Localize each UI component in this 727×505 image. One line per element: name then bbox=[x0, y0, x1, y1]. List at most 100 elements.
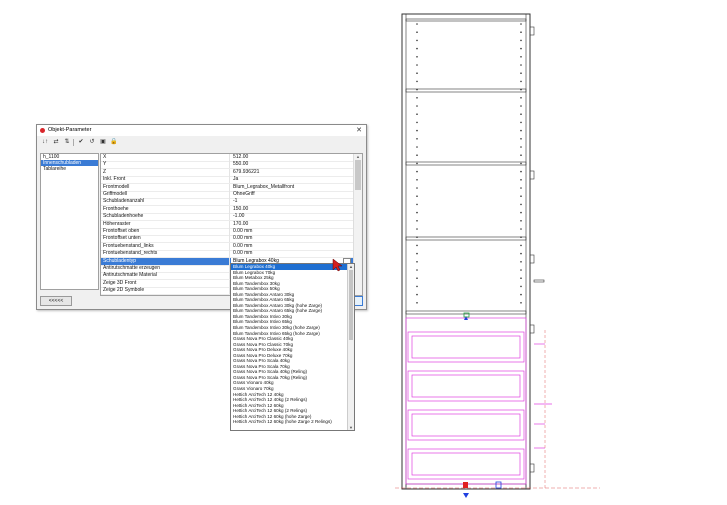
object-tree[interactable]: h_1100 Innenschubladen Tablareihe bbox=[40, 153, 99, 290]
property-key: Y bbox=[103, 161, 107, 168]
scroll-down-icon[interactable]: ▼ bbox=[348, 425, 354, 430]
shelf-pin-hole bbox=[416, 261, 418, 263]
ok-button[interactable] bbox=[354, 296, 363, 306]
shelf-pin-hole bbox=[416, 56, 418, 58]
dropdown-scroll-thumb[interactable] bbox=[349, 270, 353, 340]
shelf-pin-hole bbox=[416, 47, 418, 50]
cabinet-frame bbox=[401, 13, 531, 490]
shelf-pin-hole bbox=[416, 64, 418, 66]
scroll-up-icon[interactable]: ▲ bbox=[354, 154, 362, 159]
lock-icon[interactable]: 🔒 bbox=[110, 138, 118, 146]
app-icon bbox=[40, 128, 45, 133]
shelf-pin-hole bbox=[416, 129, 418, 132]
property-value[interactable]: 512.00 bbox=[233, 154, 248, 161]
property-value[interactable]: -1 bbox=[233, 198, 237, 205]
check-icon[interactable]: ✔ bbox=[77, 138, 85, 146]
shelf-pin-hole bbox=[520, 236, 522, 238]
property-key: Frontoffset unten bbox=[103, 235, 141, 242]
shelf-pin-hole bbox=[416, 203, 418, 206]
dialog-title: Objekt-Parameter bbox=[48, 127, 92, 133]
shelf-pin-hole bbox=[520, 31, 522, 33]
property-value[interactable]: Ja bbox=[233, 176, 238, 183]
hinge-2 bbox=[529, 170, 535, 180]
swap-icon[interactable]: ⇄ bbox=[52, 138, 60, 146]
property-key: Höhenraster bbox=[103, 220, 131, 227]
drawer-type-dropdown-list[interactable]: Blum Legrabox 40kg Blum Legrabox 70kg Blum… bbox=[230, 263, 355, 431]
shelf-pin-hole bbox=[520, 39, 522, 42]
shelf-pin-hole bbox=[416, 220, 418, 222]
property-value[interactable]: 550.00 bbox=[233, 161, 248, 168]
hinge-4 bbox=[529, 324, 535, 334]
column-separator bbox=[229, 161, 230, 169]
shelf-pin-hole bbox=[416, 277, 418, 280]
shelf-pin-hole bbox=[416, 195, 418, 197]
shelf-pin-hole bbox=[416, 72, 418, 74]
shelf-pin-hole bbox=[416, 285, 418, 288]
column-separator bbox=[229, 191, 230, 198]
column-separator bbox=[229, 183, 230, 191]
property-value[interactable]: 170.00 bbox=[233, 221, 248, 228]
property-value[interactable]: 679.936221 bbox=[233, 169, 259, 176]
door-handle bbox=[533, 279, 545, 283]
sort-icon[interactable]: ↓↑ bbox=[41, 138, 49, 146]
shelf-pin-holes bbox=[416, 23, 522, 304]
drawer-4-inner bbox=[411, 452, 521, 476]
handle-red-square bbox=[463, 482, 468, 488]
shelf-pin-hole bbox=[520, 195, 522, 197]
shelf-pin-hole bbox=[520, 72, 522, 74]
shelf-pin-hole bbox=[520, 80, 522, 83]
cabinet-outline bbox=[401, 13, 545, 490]
shelf-pin-hole bbox=[416, 269, 418, 271]
column-separator bbox=[229, 154, 230, 161]
close-icon[interactable]: ✕ bbox=[356, 126, 362, 134]
property-value[interactable]: -1.00 bbox=[233, 213, 244, 220]
shelf-pin-hole bbox=[520, 113, 522, 115]
drawer-2-inner bbox=[411, 374, 521, 398]
shelf-pin-hole bbox=[520, 261, 522, 263]
shelf-pin-hole bbox=[520, 244, 522, 247]
property-key: Frontuebenstand_rechts bbox=[103, 250, 158, 257]
filter-icon[interactable]: ⇅ bbox=[63, 138, 71, 146]
shelf-pin-hole bbox=[416, 113, 418, 115]
tree-item[interactable]: Tablareihe bbox=[41, 166, 98, 172]
shelf-pin-hole bbox=[520, 56, 522, 58]
shelf-1 bbox=[405, 18, 527, 22]
shelf-pin-hole bbox=[416, 88, 418, 91]
column-separator bbox=[229, 205, 230, 213]
image-icon[interactable]: ▣ bbox=[99, 138, 107, 146]
property-key: Schubladenanzahl bbox=[103, 198, 145, 205]
column-separator bbox=[229, 168, 230, 176]
undo-icon[interactable]: ↺ bbox=[88, 138, 96, 146]
shelf-pin-hole bbox=[416, 23, 418, 25]
shelf-4 bbox=[405, 236, 527, 241]
shelf-pin-hole bbox=[520, 211, 522, 214]
column-separator bbox=[229, 235, 230, 243]
shelf-pin-hole bbox=[416, 31, 418, 33]
hinge-3 bbox=[529, 254, 535, 264]
shelf-pin-hole bbox=[416, 146, 418, 148]
shelf-pin-hole bbox=[416, 211, 418, 214]
shelf-pin-hole bbox=[520, 269, 522, 271]
column-separator bbox=[229, 242, 230, 250]
column-separator bbox=[229, 228, 230, 235]
shelf-2 bbox=[405, 88, 527, 93]
drawer-3 bbox=[407, 409, 525, 441]
shelf-pin-hole bbox=[416, 121, 418, 124]
dropdown-scrollbar[interactable]: ▲ ▼ bbox=[347, 264, 354, 430]
property-value[interactable]: 150.00 bbox=[233, 206, 248, 213]
property-value[interactable]: 0.00 mm bbox=[233, 228, 252, 235]
property-value[interactable]: OhneGriff bbox=[233, 191, 255, 198]
dialog-titlebar[interactable]: Objekt-Parameter ✕ bbox=[37, 125, 366, 136]
property-key: Inkl. Front bbox=[103, 176, 126, 183]
scroll-thumb[interactable] bbox=[355, 160, 361, 190]
property-value[interactable]: 0.00 mm bbox=[233, 243, 252, 250]
shelf-pin-hole bbox=[416, 244, 418, 247]
property-value[interactable]: 0.00 mm bbox=[233, 235, 252, 242]
dropdown-option[interactable]: Hettich ArciTech 12 60kg (hohe Zarge 2 R… bbox=[231, 419, 347, 425]
scroll-up-icon[interactable]: ▲ bbox=[348, 264, 354, 269]
column-separator bbox=[229, 213, 230, 221]
back-button[interactable]: <<<<< bbox=[40, 296, 72, 306]
shelf-pin-hole bbox=[520, 179, 522, 181]
property-value[interactable]: Blum_Legrabox_Metallfront bbox=[233, 184, 294, 191]
property-value[interactable]: 0.00 mm bbox=[233, 250, 252, 257]
